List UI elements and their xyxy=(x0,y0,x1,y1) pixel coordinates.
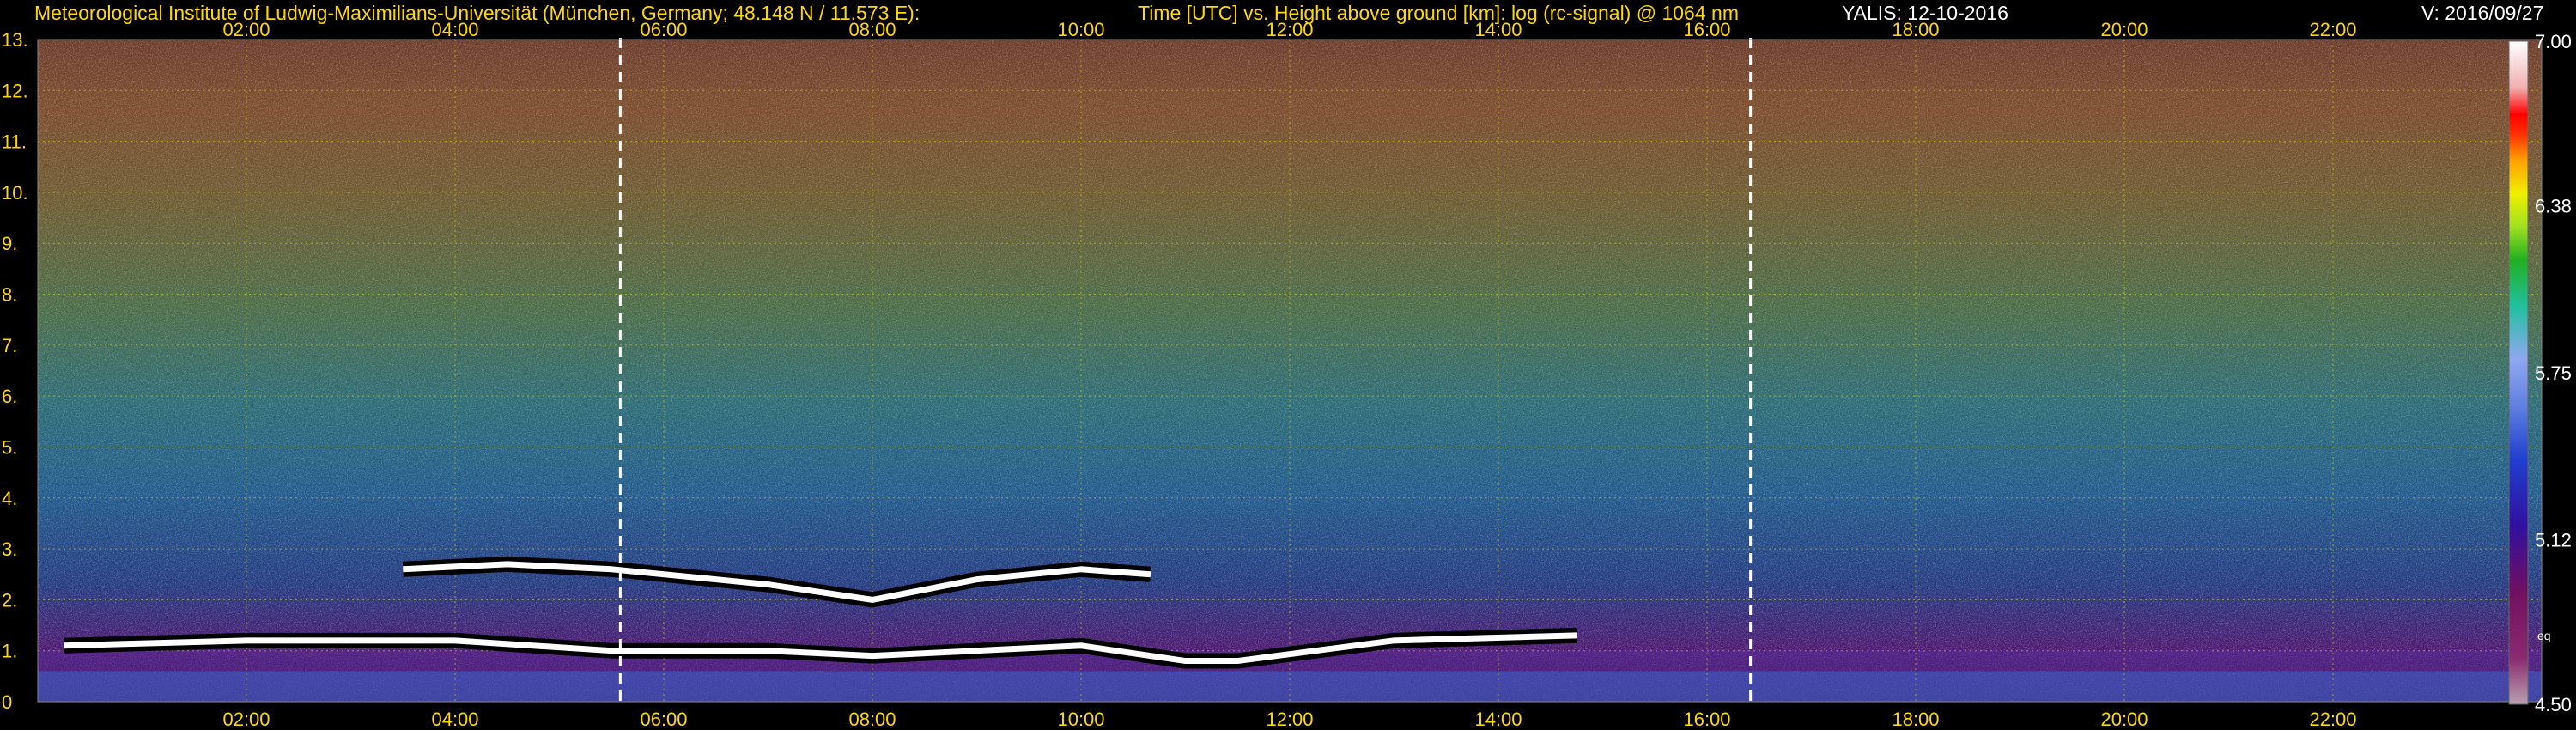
y-tick-label: 1. xyxy=(2,641,17,662)
x-tick-label-bottom: 06:00 xyxy=(640,709,687,730)
x-tick-label-bottom: 08:00 xyxy=(848,709,896,730)
y-tick-label: 8. xyxy=(2,284,17,306)
y-tick-label: 11. xyxy=(2,131,27,153)
colorbar-tick-label: 6.38 xyxy=(2535,195,2572,216)
x-tick-label-top: 12:00 xyxy=(1266,19,1313,40)
y-tick-label: 3. xyxy=(2,538,17,560)
x-tick-label-bottom: 04:00 xyxy=(431,709,478,730)
x-tick-label-top: 04:00 xyxy=(431,19,478,40)
x-tick-label-top: 14:00 xyxy=(1474,19,1522,40)
x-tick-label-top: 20:00 xyxy=(2100,19,2148,40)
y-tick-label: 6. xyxy=(2,386,17,407)
colorbar-tick-label: 5.12 xyxy=(2535,530,2572,551)
x-tick-label-top: 16:00 xyxy=(1683,19,1730,40)
y-tick-label: 5. xyxy=(2,436,17,458)
x-tick-label-bottom: 18:00 xyxy=(1892,709,1939,730)
y-tick-label: 4. xyxy=(2,488,17,509)
x-tick-label-top: 22:00 xyxy=(2309,19,2356,40)
x-tick-label-bottom: 22:00 xyxy=(2309,709,2356,730)
y-tick-label: 2. xyxy=(2,589,17,611)
y-tick-label: 7. xyxy=(2,335,17,356)
lidar-plot: 02:00 02:00 04:00 04:00 06:00 06:00 08:00 08:00… xyxy=(2,19,2572,730)
colorbar-tick-label: 4.50 xyxy=(2535,694,2572,715)
y-tick-label: 10. xyxy=(2,182,28,204)
y-tick-label: 9. xyxy=(2,233,17,254)
x-tick-label-top: 08:00 xyxy=(848,19,896,40)
colorbar-tick-label: 7.00 xyxy=(2535,31,2572,52)
colorbar-note: eq xyxy=(2537,629,2551,642)
near-ground-band xyxy=(38,671,2542,702)
x-tick-label-bottom: 14:00 xyxy=(1474,709,1522,730)
x-tick-label-top: 02:00 xyxy=(222,19,270,40)
x-tick-label-top: 10:00 xyxy=(1057,19,1104,40)
x-tick-label-bottom: 12:00 xyxy=(1266,709,1313,730)
y-tick-label: 13. xyxy=(2,29,28,51)
colorbar xyxy=(2508,40,2529,705)
y-tick-label: 12. xyxy=(2,80,28,101)
x-tick-label-top: 06:00 xyxy=(640,19,687,40)
y-tick-label: 0 xyxy=(2,691,12,713)
x-tick-label-top: 18:00 xyxy=(1892,19,1939,40)
x-tick-label-bottom: 10:00 xyxy=(1057,709,1104,730)
x-tick-label-bottom: 16:00 xyxy=(1683,709,1730,730)
x-tick-label-bottom: 20:00 xyxy=(2100,709,2148,730)
x-tick-label-bottom: 02:00 xyxy=(222,709,270,730)
colorbar-tick-label: 5.75 xyxy=(2535,362,2572,384)
